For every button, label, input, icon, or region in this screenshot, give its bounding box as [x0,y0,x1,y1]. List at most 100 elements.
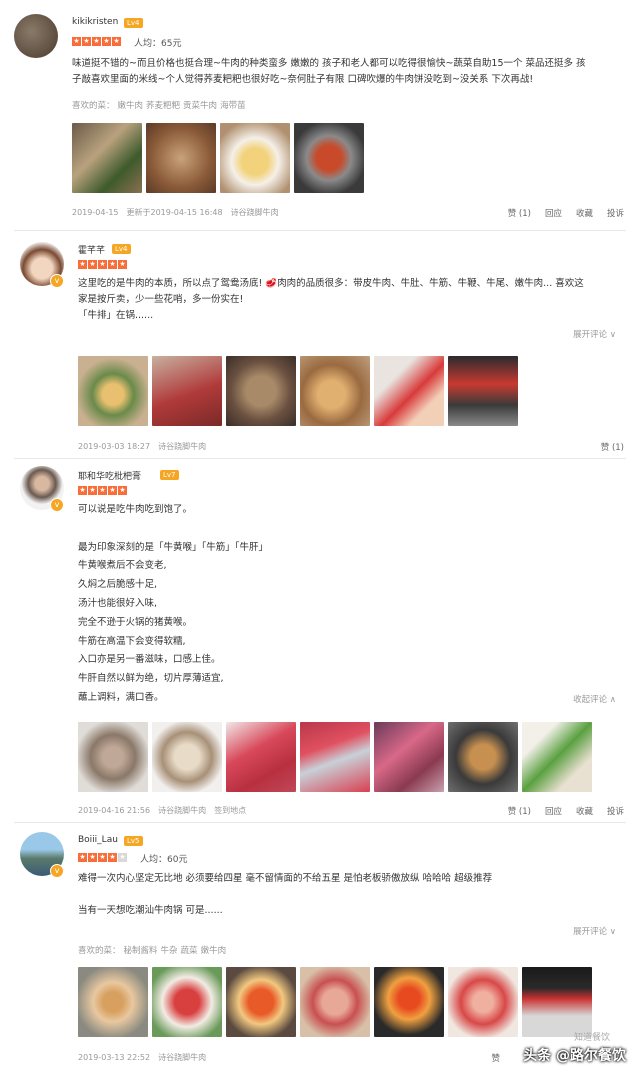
checkin-location[interactable]: 签到地点 [214,806,246,815]
like-button[interactable]: 赞 (1) [508,805,531,817]
reply-button[interactable]: 回应 [545,207,562,219]
review-actions: 赞 (1) 回应 收藏 投诉 [508,805,624,817]
verified-badge-icon: v [50,274,64,288]
review-photo[interactable] [152,722,222,792]
favorite-button[interactable]: 收藏 [576,207,593,219]
review-line: 可以说是吃牛肉吃到饱了。 [78,504,193,515]
liked-dish[interactable]: 蔬菜 [181,946,198,956]
expand-review-button[interactable]: 展开评论 ∨ [573,925,616,937]
review-card: v 耶和华吃枇杷膏 Lv7 ★ ★ ★ ★ ★ 可以说是吃牛肉吃到饱了。 最为印象深刻的… [0,458,640,820]
shop-link[interactable]: 诗谷跷脚牛肉 [158,442,206,451]
review-photo[interactable] [374,967,444,1037]
review-photo[interactable] [300,356,370,426]
review-photo[interactable] [300,722,370,792]
review-photo[interactable] [522,722,592,792]
star-icon: ★ [98,853,107,862]
like-button[interactable]: 赞 (1) [508,207,531,219]
liked-dish[interactable]: 贡菜牛肉 [183,101,217,111]
username[interactable]: kikikristen [72,17,118,27]
star-icon: ★ [108,260,117,269]
review-photo[interactable] [226,722,296,792]
collapse-review-button[interactable]: 收起评论 ∧ [573,693,616,705]
report-button[interactable]: 投诉 [607,207,624,219]
star-icon: ★ [72,37,81,46]
review-text: 这里吃的是牛肉的本质，所以点了鸳鸯汤底! 🥩肉肉的品质很多：带皮牛肉、牛肚、牛筋… [78,276,584,324]
liked-dish[interactable]: 秘制酱料 [124,946,158,956]
review-photo[interactable] [152,356,222,426]
review-photo[interactable] [374,722,444,792]
star-icon: ★ [118,260,127,269]
level-badge: Lv7 [160,470,179,480]
review-photo[interactable] [300,967,370,1037]
star-icon: ★ [78,486,87,495]
star-icon: ★ [88,486,97,495]
report-button[interactable]: 投诉 [607,805,624,817]
rating-stars: ★ ★ ★ ★ ★ [78,853,127,862]
review-actions: 赞 [491,1052,500,1064]
avg-price: 人均：60元 [140,855,188,865]
review-text: 难得一次内心坚定无比地 必须要给四星 毫不留情面的不给五星 是怕老板骄傲放纵 哈… [78,871,492,919]
username[interactable]: Boiii_Lau [78,835,118,845]
review-line: 完全不逊于火锅的猪黄喉。 [78,616,193,628]
like-button[interactable]: 赞 (1) [601,441,624,453]
review-line: 久焖之后脆感十足, [78,579,158,591]
avatar[interactable] [14,14,58,58]
review-photo[interactable] [226,967,296,1037]
review-photo[interactable] [78,722,148,792]
review-photo[interactable] [448,967,518,1037]
review-photo[interactable] [152,967,222,1037]
username[interactable]: 霍芊芊 [78,243,105,256]
favorite-button[interactable]: 收藏 [576,805,593,817]
review-photo[interactable] [72,123,142,193]
review-actions: 赞 (1) 回应 收藏 投诉 [508,207,624,219]
review-photo[interactable] [146,123,216,193]
review-meta: 2019-03-13 22:52 诗谷跷脚牛肉 [78,1052,214,1063]
level-badge: Lv5 [124,836,143,846]
star-icon: ★ [108,486,117,495]
review-line: 这里吃的是牛肉的本质，所以点了鸳鸯汤底! 🥩肉肉的品质很多：带皮牛肉、牛肚、牛筋… [78,278,584,289]
star-icon: ★ [88,853,97,862]
photo-strip [78,356,518,426]
review-line: 汤汁也能很好入味, [78,597,158,609]
liked-dish[interactable]: 牛杂 [161,946,178,956]
star-icon: ★ [108,853,117,862]
review-photo[interactable] [220,123,290,193]
reply-button[interactable]: 回应 [545,805,562,817]
shop-link[interactable]: 诗谷跷脚牛肉 [231,208,279,217]
photo-strip [78,967,592,1037]
liked-label: 喜欢的菜： [72,101,115,111]
liked-dish[interactable]: 荞麦粑粑 [146,101,180,111]
review-photo[interactable] [294,123,364,193]
liked-dishes: 喜欢的菜： 嫩牛肉 荞麦粑粑 贡菜牛肉 海带苗 [72,99,249,111]
review-photo[interactable] [226,356,296,426]
review-photo[interactable] [448,356,518,426]
star-icon: ★ [118,486,127,495]
verified-badge-icon: v [50,498,64,512]
review-line: 最为印象深刻的是「牛黄喉」「牛筋」「牛肝」 [78,541,269,553]
rating-stars: ★ ★ ★ ★ ★ [78,260,127,269]
review-date: 2019-04-15 [72,208,119,217]
review-photo[interactable] [374,356,444,426]
shop-link[interactable]: 诗谷跷脚牛肉 [158,806,206,815]
review-photo[interactable] [448,722,518,792]
shop-link[interactable]: 诗谷跷脚牛肉 [158,1053,206,1062]
review-photo[interactable] [78,356,148,426]
review-text: 味道挺不错的~而且价格也挺合理~牛肉的种类蛮多 嫩嫩的 孩子和老人都可以吃得很愉… [72,56,586,88]
review-line: 入口亦是另一番滋味，口感上佳。 [78,654,221,666]
level-badge: Lv4 [124,18,143,28]
rating-stars: ★ ★ ★ ★ ★ [72,37,121,46]
review-photo[interactable] [78,967,148,1037]
review-date: 2019-04-16 21:56 [78,806,151,815]
like-button[interactable]: 赞 [491,1052,500,1064]
review-line: 牛黄喉煮后不会变老, [78,560,167,572]
photo-strip [78,722,592,792]
rating-stars: ★ ★ ★ ★ ★ [78,486,127,495]
liked-dish[interactable]: 海带苗 [220,101,246,111]
review-photo[interactable] [522,967,592,1037]
star-icon: ★ [98,260,107,269]
username[interactable]: 耶和华吃枇杷膏 [78,469,141,482]
liked-dish[interactable]: 嫩牛肉 [118,101,144,111]
liked-dish[interactable]: 嫩牛肉 [201,946,227,956]
review-line: 子敲喜欢里面的米线~个人觉得荞麦粑粑也很好吃~奈何肚子有限 口碑吹爆的牛肉饼没吃… [72,74,534,85]
expand-review-button[interactable]: 展开评论 ∨ [573,328,616,340]
